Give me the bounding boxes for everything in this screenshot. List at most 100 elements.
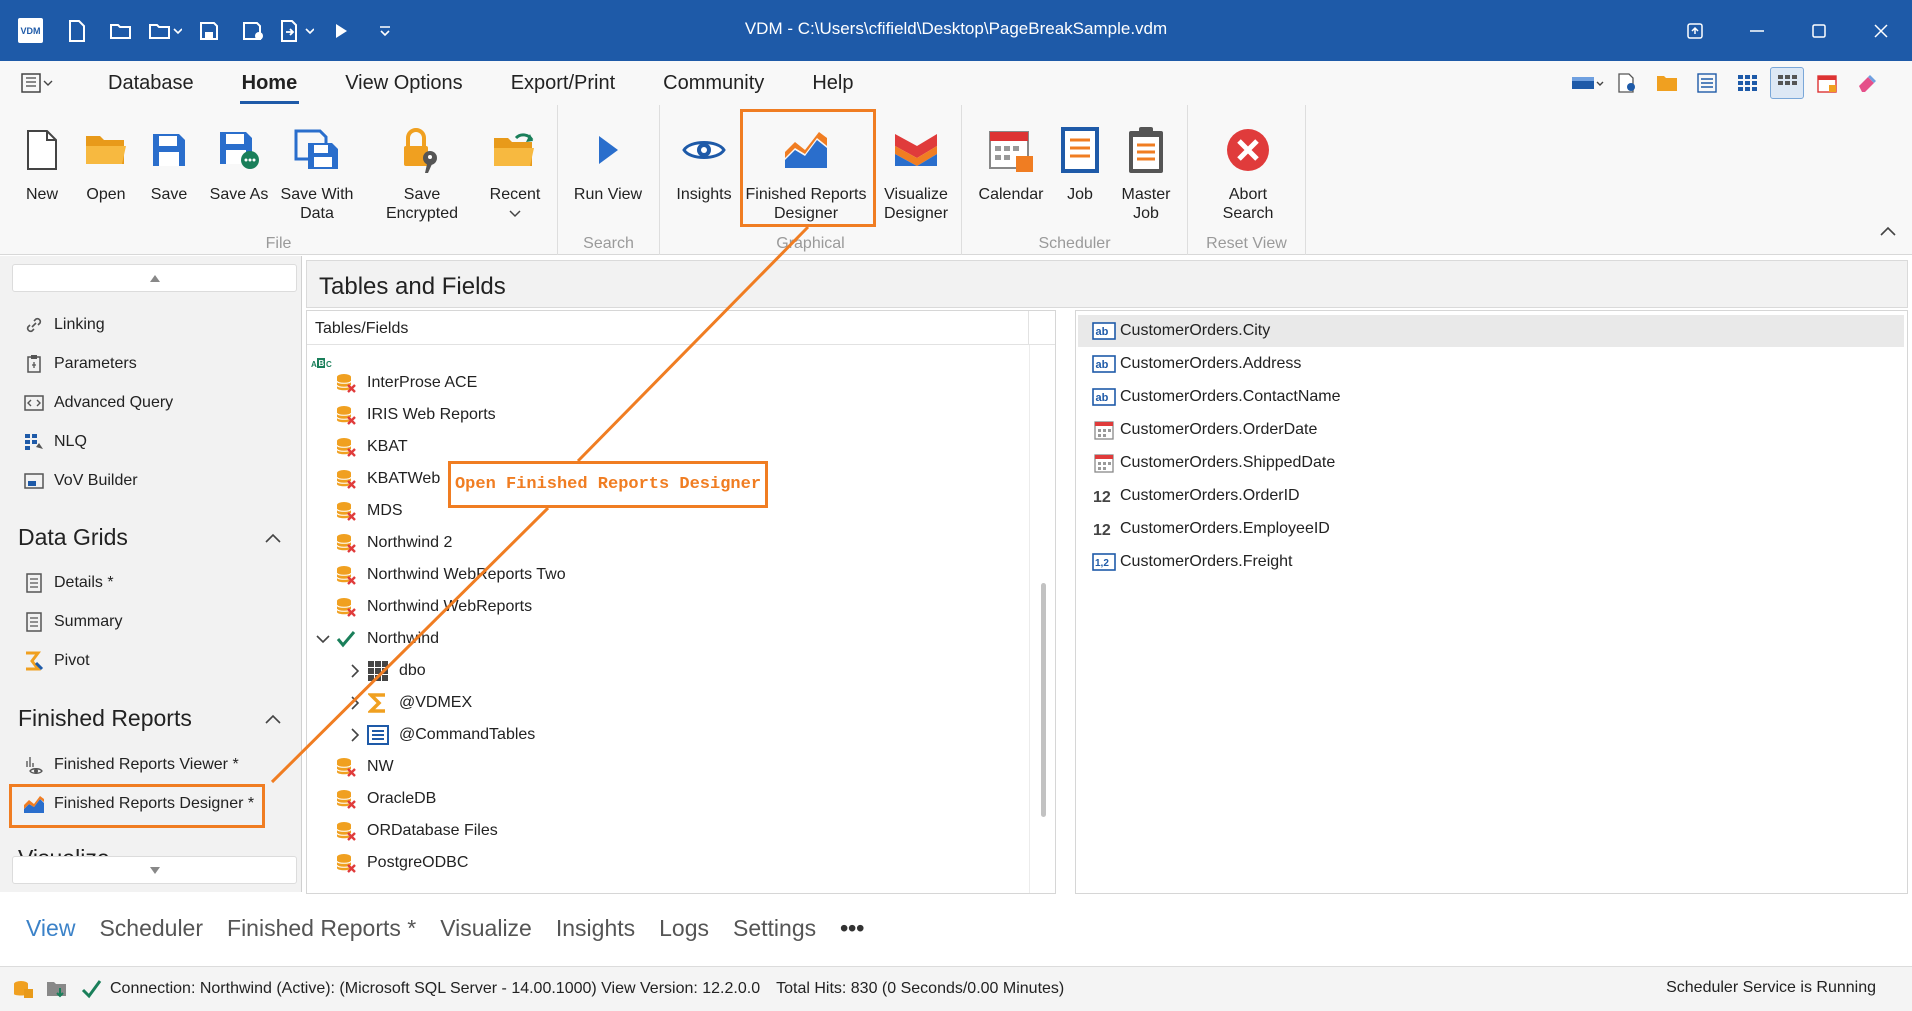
tab-scheduler[interactable]: Scheduler bbox=[99, 915, 203, 942]
collapse-data-grids-chevron-icon[interactable] bbox=[265, 530, 281, 548]
abc-sort-icon[interactable]: ABC bbox=[311, 355, 333, 376]
collapse-ribbon-chevron-icon[interactable] bbox=[1880, 223, 1896, 241]
tile-view-icon[interactable] bbox=[1770, 67, 1804, 99]
tree-row[interactable]: Northwind WebReports Two bbox=[333, 561, 566, 589]
nav-item-vov-builder[interactable]: VoV Builder bbox=[22, 470, 138, 492]
tree-row[interactable]: Northwind WebReports bbox=[333, 593, 532, 621]
qa-export-icon[interactable] bbox=[277, 11, 317, 51]
menu-tab-database[interactable]: Database bbox=[106, 72, 196, 95]
qa-new-icon[interactable] bbox=[57, 11, 97, 51]
tab-view[interactable]: View bbox=[26, 915, 75, 942]
calendar-label: Calendar bbox=[978, 186, 1044, 203]
menu-tab-help[interactable]: Help bbox=[810, 72, 855, 95]
tree-vertical-scrollbar[interactable] bbox=[1029, 345, 1055, 893]
field-row[interactable]: ab CustomerOrders.City bbox=[1078, 315, 1904, 347]
open-button[interactable]: Open bbox=[80, 115, 132, 204]
tree-row[interactable]: ORDatabase Files bbox=[333, 817, 498, 845]
tab-logs[interactable]: Logs bbox=[659, 915, 709, 942]
abort-search-button[interactable]: Abort Search bbox=[1206, 115, 1290, 223]
tab-finished-reports[interactable]: Finished Reports * bbox=[227, 915, 416, 942]
minimize-icon[interactable] bbox=[1726, 0, 1788, 61]
scroll-up-button[interactable] bbox=[12, 264, 297, 292]
field-row[interactable]: 12 CustomerOrders.EmployeeID bbox=[1092, 513, 1330, 545]
settings-document-icon[interactable] bbox=[1610, 67, 1644, 99]
field-row[interactable]: ab CustomerOrders.ContactName bbox=[1092, 381, 1341, 413]
recent-button[interactable]: Recent bbox=[488, 115, 542, 223]
save-with-data-button[interactable]: Save With Data bbox=[278, 115, 356, 223]
save-button[interactable]: Save bbox=[144, 115, 194, 204]
tree-row[interactable]: MDS bbox=[333, 497, 403, 525]
menu-tab-community[interactable]: Community bbox=[661, 72, 766, 95]
scroll-down-button[interactable] bbox=[12, 856, 297, 884]
nav-item-summary[interactable]: Summary bbox=[22, 611, 122, 633]
tab-insights[interactable]: Insights bbox=[556, 915, 635, 942]
tab-visualize[interactable]: Visualize bbox=[440, 915, 532, 942]
field-row[interactable]: 12 CustomerOrders.OrderID bbox=[1092, 480, 1300, 512]
folder-icon[interactable] bbox=[1650, 67, 1684, 99]
save-as-button[interactable]: Save As bbox=[206, 115, 272, 204]
menu-tab-export-print[interactable]: Export/Print bbox=[509, 72, 617, 95]
visualize-designer-button[interactable]: Visualize Designer bbox=[878, 115, 954, 223]
collapse-chevron-icon[interactable] bbox=[311, 627, 335, 651]
panel-toggle-icon[interactable] bbox=[20, 72, 70, 94]
qa-save-icon[interactable] bbox=[189, 11, 229, 51]
tree-scroll-thumb[interactable] bbox=[1041, 583, 1046, 817]
job-button[interactable]: Job bbox=[1058, 115, 1102, 204]
master-job-button[interactable]: Master Job bbox=[1112, 115, 1180, 223]
database-status-icon[interactable] bbox=[12, 979, 34, 999]
maximize-icon[interactable] bbox=[1788, 0, 1850, 61]
nav-item-nlq[interactable]: NLQ bbox=[22, 431, 87, 453]
nav-item-parameters[interactable]: Parameters bbox=[22, 353, 137, 375]
field-row[interactable]: CustomerOrders.OrderDate bbox=[1092, 414, 1317, 446]
tree-row-label: Northwind WebReports bbox=[367, 598, 533, 615]
field-row[interactable]: 1,2 CustomerOrders.Freight bbox=[1092, 546, 1293, 578]
run-view-button[interactable]: Run View bbox=[570, 115, 646, 204]
folder-download-icon[interactable] bbox=[46, 979, 68, 999]
menu-tab-view-options[interactable]: View Options bbox=[343, 72, 464, 95]
tree-row[interactable]: IRIS Web Reports bbox=[333, 401, 496, 429]
tree-row[interactable]: InterProse ACE bbox=[333, 369, 477, 397]
qa-save-as-icon[interactable] bbox=[233, 11, 273, 51]
more-tabs-button[interactable]: ••• bbox=[840, 915, 864, 942]
qa-run-icon[interactable] bbox=[321, 11, 361, 51]
tree-column-header[interactable]: Tables/Fields bbox=[307, 311, 1055, 345]
tree-row[interactable]: NW bbox=[333, 753, 394, 781]
field-row[interactable]: ab CustomerOrders.Address bbox=[1092, 348, 1301, 380]
calendar-button[interactable]: Calendar bbox=[976, 115, 1046, 204]
qa-open-icon[interactable] bbox=[101, 11, 141, 51]
field-name: CustomerOrders.OrderID bbox=[1120, 487, 1300, 504]
field-row[interactable]: CustomerOrders.ShippedDate bbox=[1092, 447, 1335, 479]
nav-item-details[interactable]: Details * bbox=[22, 572, 114, 594]
tree-row[interactable]: @VDMEX bbox=[365, 689, 472, 717]
nav-item-advanced-query[interactable]: Advanced Query bbox=[22, 392, 173, 414]
collapse-finished-reports-chevron-icon[interactable] bbox=[265, 711, 281, 729]
tree-row[interactable]: PostgreODBC bbox=[333, 849, 468, 877]
tree-row[interactable]: KBAT bbox=[333, 433, 408, 461]
nav-item-pivot[interactable]: Pivot bbox=[22, 650, 90, 672]
nav-item-linking[interactable]: Linking bbox=[22, 314, 105, 336]
expand-chevron-icon[interactable] bbox=[343, 723, 367, 747]
tree-row[interactable]: dbo bbox=[365, 657, 426, 685]
menu-tab-home[interactable]: Home bbox=[239, 72, 300, 104]
calendar-small-icon[interactable] bbox=[1810, 67, 1844, 99]
grid-view-icon[interactable] bbox=[1730, 67, 1764, 99]
restore-window-icon[interactable] bbox=[1664, 0, 1726, 61]
eraser-icon[interactable] bbox=[1850, 67, 1884, 99]
theme-color-icon[interactable] bbox=[1570, 67, 1604, 99]
close-icon[interactable] bbox=[1850, 0, 1912, 61]
tree-row[interactable]: Northwind bbox=[333, 625, 439, 653]
tab-settings[interactable]: Settings bbox=[733, 915, 816, 942]
expand-chevron-icon[interactable] bbox=[343, 659, 367, 683]
list-view-icon[interactable] bbox=[1690, 67, 1724, 99]
tree-row[interactable]: KBATWeb bbox=[333, 465, 440, 493]
save-encrypted-button[interactable]: Save Encrypted bbox=[366, 115, 478, 223]
new-button[interactable]: New bbox=[18, 115, 66, 204]
tree-row[interactable]: @CommandTables bbox=[365, 721, 535, 749]
qa-customize-icon[interactable] bbox=[365, 11, 405, 51]
insights-button[interactable]: Insights bbox=[674, 115, 734, 204]
tree-row[interactable]: OracleDB bbox=[333, 785, 436, 813]
expand-chevron-icon[interactable] bbox=[343, 691, 367, 715]
nav-item-finished-reports-viewer[interactable]: Finished Reports Viewer * bbox=[22, 754, 239, 776]
tree-row[interactable]: Northwind 2 bbox=[333, 529, 452, 557]
qa-open-recent-icon[interactable] bbox=[145, 11, 185, 51]
